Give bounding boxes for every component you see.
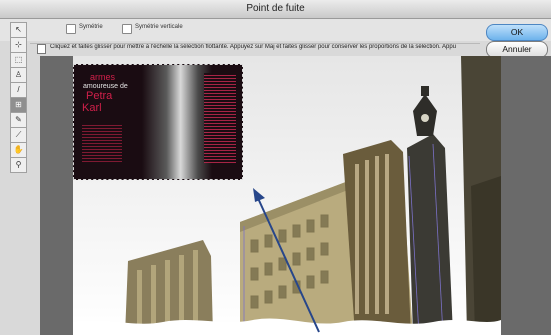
ok-button[interactable]: OK xyxy=(486,24,548,41)
brush-icon[interactable]: / xyxy=(10,82,27,98)
poster-line-3: Petra xyxy=(86,90,113,102)
hand-icon[interactable]: ✋ xyxy=(10,142,27,158)
poster-line-2: amoureuse de xyxy=(83,83,128,90)
info-icon xyxy=(37,44,46,54)
symmetry-label: Symétrie xyxy=(79,24,103,30)
poster-portrait xyxy=(142,65,212,179)
create-plane-icon[interactable]: ⊹ xyxy=(10,37,27,53)
dialog-title: Point de fuite xyxy=(246,3,305,14)
measure-icon[interactable]: ⟋ xyxy=(10,127,27,143)
vanishing-point-dialog: Point de fuite Symétrie Symétrie vertica… xyxy=(0,0,551,335)
marquee-icon[interactable]: ⬚ xyxy=(10,52,27,68)
poster-text-block-left xyxy=(82,123,122,163)
edit-plane-icon[interactable]: ↖ xyxy=(10,22,27,38)
poster-text-block-right xyxy=(204,73,236,163)
poster-line-4: Karl xyxy=(82,102,102,114)
zoom-icon[interactable]: ⚲ xyxy=(10,157,27,173)
eyedropper-icon[interactable]: ✎ xyxy=(10,112,27,128)
poster-line-1: armes xyxy=(90,72,116,82)
stamp-icon[interactable]: ♙ xyxy=(10,67,27,83)
options-bar xyxy=(0,19,551,41)
hint-text: Cliquez et faites glisser pour mettre à … xyxy=(50,44,457,50)
tool-palette: ↖ ⊹ ⬚ ♙ / ⊞ ✎ ⟋ ✋ ⚲ xyxy=(10,22,27,173)
transform-icon[interactable]: ⊞ xyxy=(10,97,27,113)
symmetry-checkbox[interactable] xyxy=(66,24,76,34)
title-bar: Point de fuite xyxy=(0,0,551,19)
floating-selection[interactable]: armes amoureuse de Petra Karl xyxy=(73,64,243,180)
vertical-symmetry-label: Symétrie verticale xyxy=(135,24,183,30)
vertical-symmetry-checkbox[interactable] xyxy=(122,24,132,34)
